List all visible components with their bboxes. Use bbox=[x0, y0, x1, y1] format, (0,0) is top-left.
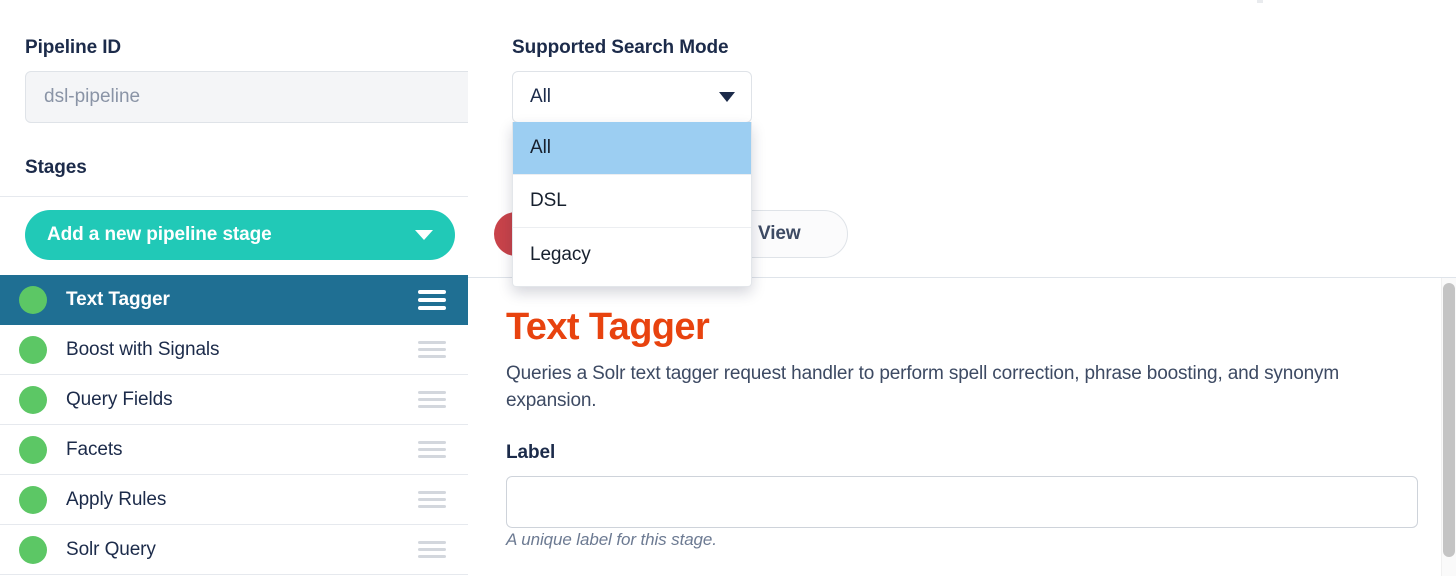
chevron-down-icon bbox=[719, 92, 735, 102]
dropdown-option[interactable]: Legacy bbox=[513, 228, 751, 281]
stage-name-label: Text Tagger bbox=[66, 288, 170, 310]
add-new-pipeline-stage-button[interactable]: Add a new pipeline stage bbox=[25, 210, 455, 260]
search-mode-dropdown-menu: All DSL Legacy bbox=[512, 122, 752, 287]
drag-handle-icon[interactable] bbox=[418, 341, 446, 358]
stages-label: Stages bbox=[25, 157, 87, 178]
stage-name-label: Facets bbox=[66, 438, 123, 460]
stage-status-dot-icon bbox=[19, 535, 47, 564]
drag-handle-icon[interactable] bbox=[418, 441, 446, 458]
stage-list: Text Tagger Boost with Signals Query Field… bbox=[0, 275, 468, 575]
stage-title: Text Tagger bbox=[506, 306, 710, 348]
stage-status-dot-icon bbox=[19, 285, 47, 314]
vertical-scrollbar-thumb[interactable] bbox=[1443, 283, 1455, 557]
add-stage-button-label: Add a new pipeline stage bbox=[47, 224, 272, 245]
pipeline-id-label: Pipeline ID bbox=[25, 37, 122, 58]
label-input[interactable] bbox=[506, 476, 1418, 528]
supported-search-mode-select[interactable]: All bbox=[512, 71, 752, 123]
stage-row[interactable]: Text Tagger bbox=[0, 275, 468, 325]
stage-row[interactable]: Solr Query bbox=[0, 525, 468, 575]
stages-divider bbox=[0, 196, 468, 197]
left-panel: Pipeline ID Stages Add a new pipeline st… bbox=[0, 0, 480, 576]
dropdown-option[interactable]: DSL bbox=[513, 175, 751, 228]
stage-name-label: Solr Query bbox=[66, 538, 156, 560]
stage-row[interactable]: Boost with Signals bbox=[0, 325, 468, 375]
stage-name-label: Boost with Signals bbox=[66, 338, 220, 360]
drag-handle-icon[interactable] bbox=[418, 289, 446, 310]
pipeline-id-input[interactable] bbox=[25, 71, 480, 123]
label-field-help-text: A unique label for this stage. bbox=[506, 530, 717, 549]
dropdown-option[interactable]: All bbox=[513, 122, 751, 175]
drag-handle-icon[interactable] bbox=[418, 491, 446, 508]
stage-status-dot-icon bbox=[19, 485, 47, 514]
supported-search-mode-label: Supported Search Mode bbox=[512, 37, 729, 58]
stage-name-label: Query Fields bbox=[66, 388, 173, 410]
top-edge-artifact bbox=[1257, 0, 1263, 3]
chevron-down-icon bbox=[415, 230, 433, 240]
stage-row[interactable]: Query Fields bbox=[0, 375, 468, 425]
right-panel: Supported Search Mode JSON View All AllD… bbox=[468, 0, 1456, 576]
drag-handle-icon[interactable] bbox=[418, 391, 446, 408]
stage-description: Queries a Solr text tagger request handl… bbox=[506, 363, 1340, 411]
drag-handle-icon[interactable] bbox=[418, 541, 446, 558]
pipeline-editor-screen: Pipeline ID Stages Add a new pipeline st… bbox=[0, 0, 1456, 576]
search-mode-selected-value: All bbox=[530, 86, 551, 107]
stage-row[interactable]: Facets bbox=[0, 425, 468, 475]
stage-status-dot-icon bbox=[19, 385, 47, 414]
label-field-label: Label bbox=[506, 442, 556, 463]
stage-status-dot-icon bbox=[19, 435, 47, 464]
stage-status-dot-icon bbox=[19, 335, 47, 364]
stage-row[interactable]: Apply Rules bbox=[0, 475, 468, 525]
stage-name-label: Apply Rules bbox=[66, 488, 167, 510]
